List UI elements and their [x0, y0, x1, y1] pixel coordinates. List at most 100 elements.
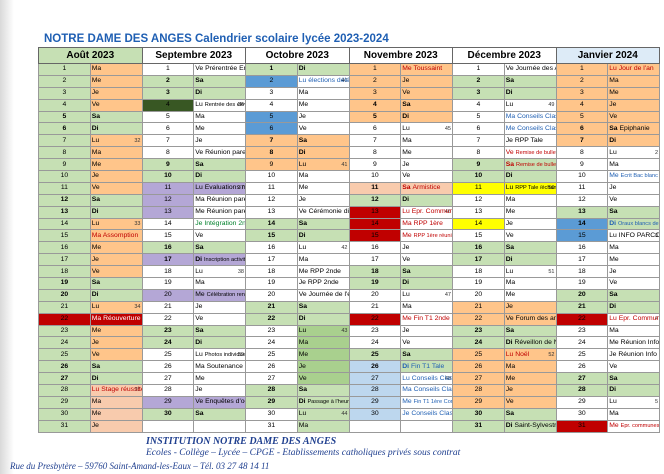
event-label: Journée de l'élégance [308, 291, 348, 299]
event-label: Assomption [102, 231, 139, 239]
event-label: Réveillon de Noël [514, 338, 555, 346]
day-cell: Ma [503, 360, 557, 374]
weekday-label: Lu [609, 231, 619, 239]
day-cell: Ma [400, 134, 453, 148]
day-cell: 40Lu élections délégués [296, 74, 350, 88]
day-cell: Ve [89, 348, 143, 362]
day-cell: Sa Armistice [400, 181, 453, 195]
day-number: 15 [38, 229, 91, 243]
calendar-row: 9Me 9Sa 941Lu 9Je 9Sa Remise de bulletin… [38, 158, 660, 172]
event-label: INFO PARCOURSUP Tale [618, 231, 660, 239]
day-cell: Sa [503, 324, 557, 338]
day-number: 6 [38, 122, 91, 136]
day-cell: Sa [503, 241, 557, 255]
day-number: 22 [245, 312, 298, 326]
day-cell: Me Célébration rentrée lycée [193, 288, 246, 302]
weekday-label: Di [609, 136, 617, 144]
day-number: 1 [348, 63, 402, 76]
calendar-row: 8Ma 8Ve Réunion parents 2nde8Di 8Me 8Ve … [38, 146, 660, 160]
weekday-label: Ma [91, 148, 102, 156]
weekday-label: Me [609, 89, 619, 97]
day-cell: Je [400, 324, 453, 338]
day-cell: Sa [503, 74, 557, 88]
day-cell: Ve [607, 360, 660, 374]
weekday-label: Di [298, 148, 306, 156]
weekday-label: Ve [402, 89, 411, 97]
day-cell: Je [503, 384, 557, 397]
day-cell: Ve [400, 86, 453, 100]
day-cell: Ve [400, 170, 453, 183]
day-cell: Me Fin T1 1ère Conseils Classe Tale [400, 395, 453, 409]
day-cell: Me RPP 2nde [296, 265, 350, 279]
day-cell: Ve [400, 253, 453, 267]
day-cell: Ve [503, 229, 557, 243]
day-number: 23 [245, 324, 298, 338]
day-cell: Sa [89, 193, 143, 207]
day-number: 31 [452, 419, 505, 434]
day-cell: 37Lu Evaluations nat. 2nde [193, 181, 246, 195]
weekday-label: Sa [195, 327, 204, 335]
day-cell: Ma [607, 74, 660, 88]
day-number: 5 [245, 110, 298, 124]
day-cell: Ve Cérémonie diplômes BAC [296, 205, 350, 219]
calendar-row: 6Di 6Me 6Ve 645Lu 6Me Conseils Classe 1è… [38, 122, 660, 136]
day-cell: Ve Enquêtes d'octobre [193, 395, 246, 409]
weekday-label: Ma [91, 315, 104, 323]
day-number: 13 [348, 205, 402, 219]
day-number: 17 [452, 253, 505, 267]
day-number: 13 [141, 205, 195, 219]
day-number: 4 [348, 98, 402, 112]
day-number: 1 [245, 63, 298, 76]
day-number: 10 [245, 170, 298, 183]
weekday-label: Ma [402, 220, 414, 228]
weekday-label: Ma [195, 196, 207, 204]
day-cell: Me Réunion Info post-1ère [607, 336, 660, 350]
day-cell: Je [89, 170, 143, 183]
day-cell: Me [193, 122, 246, 136]
weekday-label: Ma [91, 65, 102, 73]
calendar-row: 4Ve 436Lu Rentrée des élèves MATIN 2nde … [38, 98, 660, 112]
day-cell: Ma Soutenance stages 1ère [193, 360, 246, 374]
day-cell: 35Lu Stage réussite 2nde [89, 384, 143, 397]
day-number: 30 [555, 407, 609, 421]
day-number: 6 [555, 122, 609, 136]
day-cell: 2 Lu [607, 146, 660, 160]
day-cell: Sa [296, 134, 350, 148]
day-number: 22 [348, 312, 402, 326]
day-cell: Ma [89, 395, 143, 409]
day-number: 21 [555, 300, 609, 314]
weekday-label: Ve [91, 350, 100, 358]
day-number: 12 [555, 193, 609, 207]
day-cell: Je [296, 193, 350, 207]
day-number: 5 [38, 110, 91, 124]
weekday-label: Sa [402, 350, 411, 358]
day-number: 26 [555, 360, 609, 374]
day-number: 10 [555, 170, 609, 183]
day-cell: Di [89, 372, 143, 386]
day-number: 18 [38, 265, 91, 279]
day-cell: Di [193, 336, 246, 350]
weekday-label: Sa [505, 410, 515, 418]
day-cell: Me [89, 241, 143, 255]
weekday-label: Ve [195, 148, 206, 156]
weekday-label: Sa [91, 279, 101, 287]
day-number: 25 [452, 348, 505, 362]
day-cell: Sa [193, 407, 246, 421]
weekday-label: Me [609, 255, 619, 263]
day-cell: Me [89, 324, 143, 338]
weekday-label: Je [91, 255, 99, 263]
weekday-label: Me [298, 184, 309, 192]
month-header-row: Août 2023 Septembre 2023 Octobre 2023 Novem… [38, 47, 660, 64]
day-cell: Ma Réunion parents Tale [193, 193, 246, 207]
day-cell: Je [296, 110, 350, 124]
weekday-label: Ve [298, 208, 309, 216]
day-number: 4 [141, 98, 195, 112]
event-label: Rentrée des élèves MATIN 2nde AM 1ère - … [204, 102, 245, 109]
day-cell: Sa [400, 348, 453, 362]
day-cell: Di [193, 86, 246, 100]
day-number: 6 [348, 122, 402, 136]
day-number: 5 [452, 110, 505, 124]
day-cell: Lu Jour de l'an [607, 63, 660, 76]
day-number: 25 [141, 348, 195, 362]
day-number: 2 [245, 74, 298, 88]
